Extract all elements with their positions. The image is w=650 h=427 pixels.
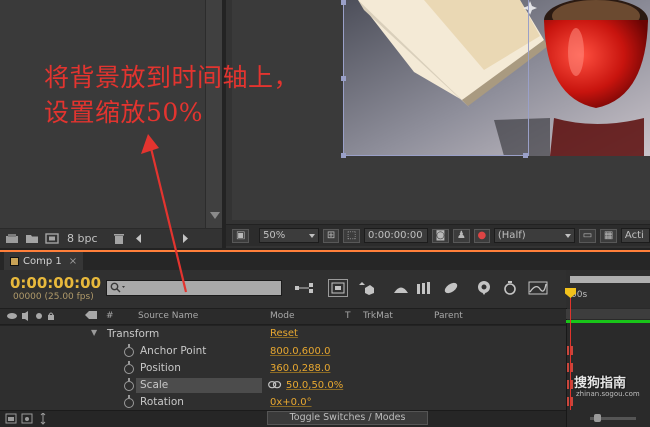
- keyframe-marker[interactable]: [567, 363, 573, 372]
- column-trkmat[interactable]: TrkMat: [363, 311, 393, 321]
- annotation-text: 将背景放到时间轴上， 设置缩放50%: [44, 60, 299, 130]
- property-value[interactable]: 0x+0.0°: [270, 397, 312, 408]
- arrow-left-icon[interactable]: [132, 233, 146, 244]
- property-row-position[interactable]: Position 360.0,288.0: [0, 361, 566, 378]
- column-parent[interactable]: Parent: [434, 311, 463, 321]
- twirl-down-icon[interactable]: ▼: [91, 328, 97, 337]
- transparency-grid-icon[interactable]: ▦: [599, 228, 617, 243]
- channel-rgb-icon[interactable]: ●: [473, 228, 490, 243]
- chevron-down-icon: [308, 233, 315, 238]
- column-t[interactable]: T: [345, 311, 351, 321]
- active-camera-value: Acti: [624, 230, 644, 241]
- delete-icon[interactable]: [112, 233, 126, 244]
- new-folder-icon[interactable]: [25, 233, 39, 244]
- transform-label: Transform: [107, 328, 160, 340]
- layer-duration-bar[interactable]: [566, 320, 650, 323]
- current-time-display[interactable]: 0:00:00:00: [10, 274, 101, 292]
- column-source-name[interactable]: Source Name: [138, 311, 198, 321]
- column-mode[interactable]: Mode: [270, 311, 295, 321]
- stopwatch-icon[interactable]: [124, 344, 134, 357]
- scroll-down-icon[interactable]: [210, 212, 220, 219]
- viewer-timecode[interactable]: 0:00:00:00: [363, 228, 428, 243]
- tab-comp-1[interactable]: Comp 1 ×: [4, 252, 84, 270]
- keyframe-marker[interactable]: [567, 397, 573, 406]
- watermark-url: zhinan.sogou.com: [576, 390, 640, 398]
- camera-snapshot-icon[interactable]: ◙: [431, 228, 449, 243]
- resolution-value: (Half): [497, 230, 526, 241]
- hide-shy-layers-icon[interactable]: [391, 279, 411, 297]
- property-row-scale[interactable]: Scale 50.0,50.0%: [0, 378, 566, 395]
- property-name: Position: [140, 362, 181, 374]
- property-value[interactable]: 800.0,600.0: [270, 346, 330, 357]
- keyframe-marker[interactable]: [567, 346, 573, 355]
- property-name: Rotation: [140, 396, 184, 408]
- constrain-proportions-icon[interactable]: [268, 381, 282, 392]
- resolution-dropdown[interactable]: (Half): [493, 228, 575, 243]
- region-of-interest-icon[interactable]: ⬚: [342, 228, 360, 243]
- transform-handle[interactable]: [523, 153, 528, 158]
- transform-handle[interactable]: [341, 76, 346, 81]
- stopwatch-icon[interactable]: [124, 361, 134, 374]
- stopwatch-icon[interactable]: [124, 395, 134, 408]
- toggle-switches-modes-button[interactable]: Toggle Switches / Modes: [267, 411, 428, 425]
- column-number: #: [106, 311, 114, 321]
- comp-color-swatch: [10, 256, 19, 266]
- new-composition-icon[interactable]: [45, 233, 59, 244]
- auto-keyframe-icon[interactable]: [500, 279, 520, 297]
- time-navigator-bar[interactable]: [570, 276, 650, 283]
- transform-handle[interactable]: [341, 0, 346, 5]
- show-snapshot-icon[interactable]: ♟: [452, 228, 470, 243]
- grid-overlay-icon[interactable]: ⊞: [322, 228, 339, 243]
- annotation-line-2: 设置缩放50%: [44, 98, 204, 127]
- magnification-dropdown[interactable]: 50%: [259, 228, 319, 243]
- active-camera-dropdown[interactable]: Acti: [620, 228, 650, 243]
- fast-previews-icon[interactable]: ▭: [578, 228, 596, 243]
- frame-rate-display: 00000 (25.00 fps): [13, 292, 94, 302]
- transform-group-row[interactable]: ▼ Transform Reset: [0, 328, 566, 344]
- motion-blur-icon[interactable]: [441, 279, 461, 297]
- property-value[interactable]: 360.0,288.0: [270, 363, 330, 374]
- property-value[interactable]: 50.0,50.0%: [286, 380, 343, 391]
- draft-3d-icon[interactable]: [356, 279, 376, 297]
- layer-switches-pane-icon[interactable]: [5, 412, 51, 427]
- transform-reset-link[interactable]: Reset: [270, 328, 298, 339]
- annotation-line-1: 将背景放到时间轴上，: [44, 63, 300, 92]
- magnification-value: 50%: [263, 230, 286, 241]
- live-update-icon[interactable]: [328, 279, 348, 297]
- viewer-timecode-value: 0:00:00:00: [367, 230, 423, 241]
- property-row-anchor-point[interactable]: Anchor Point 800.0,600.0: [0, 344, 566, 361]
- keyframe-marker[interactable]: [567, 380, 573, 389]
- tab-label: Comp 1: [23, 255, 62, 267]
- av-switches-icon[interactable]: [6, 311, 66, 324]
- close-icon[interactable]: ×: [69, 256, 77, 267]
- color-depth-label[interactable]: 8 bpc: [67, 232, 98, 245]
- property-name: Anchor Point: [140, 345, 207, 357]
- frame-blending-icon[interactable]: [414, 279, 434, 297]
- composition-mini-flowchart-icon[interactable]: [294, 279, 314, 297]
- always-preview-icon[interactable]: ▣: [232, 228, 250, 243]
- transform-handle[interactable]: [341, 153, 346, 158]
- project-footer: 8 bpc: [0, 228, 222, 248]
- layer-bounding-box[interactable]: [343, 0, 529, 156]
- timeline-tab-bar: Comp 1 ×: [0, 250, 650, 270]
- work-area-bar[interactable]: [566, 309, 650, 319]
- label-tag-icon[interactable]: [84, 311, 98, 324]
- interpret-footage-icon[interactable]: [5, 233, 19, 244]
- brainstorm-icon[interactable]: [474, 279, 494, 297]
- watermark-brand: 搜狗指南: [574, 376, 627, 391]
- search-icon: [110, 282, 126, 296]
- timeline-search-input[interactable]: [106, 280, 282, 296]
- stopwatch-icon[interactable]: [124, 378, 134, 391]
- arrow-right-icon[interactable]: [178, 233, 192, 244]
- property-name: Scale: [140, 379, 169, 391]
- graph-editor-icon[interactable]: [528, 279, 548, 297]
- viewer-toolbar: ▣ 50% ⊞ ⬚ 0:00:00:00 ◙ ♟ ● (Half) ▭ ▦ Ac…: [226, 224, 650, 246]
- chevron-down-icon: [564, 233, 571, 238]
- time-zoom-knob[interactable]: [594, 414, 601, 422]
